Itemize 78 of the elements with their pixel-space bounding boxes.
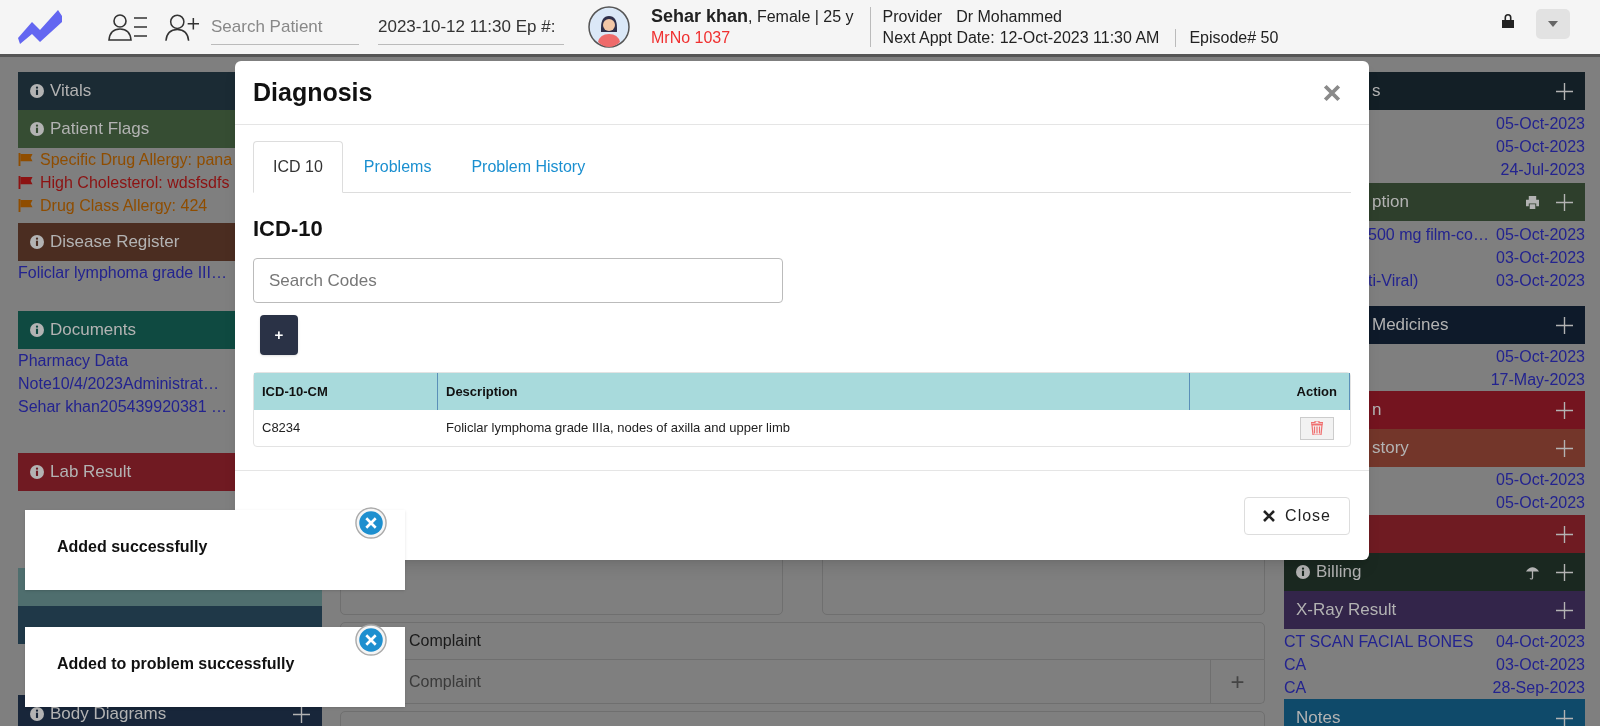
add-icon[interactable] — [1556, 601, 1573, 619]
avatar-icon — [588, 6, 630, 48]
add-icon[interactable] — [1556, 563, 1573, 581]
record-link[interactable]: Note10/4/2023Administrat… — [18, 372, 219, 395]
record-date: 03-Oct-2023 — [1496, 654, 1585, 675]
episode-field[interactable]: 2023-10-12 11:30 Ep #: — [378, 9, 564, 45]
toast-message: Added successfully — [57, 537, 208, 557]
mrno-text: MrNo 1037 — [651, 28, 732, 48]
add-user-icon[interactable] — [165, 12, 199, 42]
trash-icon — [1311, 421, 1323, 435]
record-link[interactable]: CA — [1284, 652, 1307, 677]
close-button[interactable]: Close — [1244, 496, 1350, 535]
info-icon — [30, 122, 44, 136]
provider-name: Dr Mohammed — [956, 7, 1062, 27]
next-appointment-date: 12-Oct-2023 11:30 AM — [999, 28, 1160, 48]
add-icon[interactable] — [293, 705, 310, 723]
flag-text: Drug Class Allergy: 424 — [40, 195, 208, 216]
record-link[interactable]: CT SCAN FACIAL BONES — [1284, 629, 1474, 654]
record-date: 05-Oct-2023 — [1496, 136, 1585, 157]
add-icon[interactable] — [1556, 82, 1573, 100]
record-link[interactable]: 500 mg film-co… — [1368, 222, 1489, 247]
panel-title: Complaint — [409, 631, 482, 651]
record-date: 03-Oct-2023 — [1496, 270, 1585, 291]
flag-text: High Cholesterol: wdsfsdfs — [40, 172, 230, 193]
record-link[interactable]: Pharmacy Data — [18, 349, 129, 372]
next-appointment-label: Next Appt Date: — [882, 28, 995, 48]
record-link[interactable]: CA — [1284, 675, 1307, 700]
record-link[interactable]: Foliclar lymphoma grade III… — [18, 261, 227, 284]
toast-message: Added to problem successfully — [57, 654, 295, 674]
column-header: ICD-10-CM — [254, 373, 438, 410]
close-icon[interactable] — [355, 507, 387, 539]
right-panel-header[interactable]: Notes — [1284, 699, 1585, 726]
record-link[interactable]: ti-Viral) — [1368, 268, 1419, 293]
record-date: 17-May-2023 — [1490, 369, 1585, 390]
info-icon — [1296, 565, 1310, 579]
search-codes-field[interactable]: Search Codes — [253, 258, 783, 303]
tab[interactable]: Problem History — [452, 141, 605, 193]
tab[interactable]: Problems — [344, 141, 451, 193]
info-icon — [30, 465, 44, 479]
tab[interactable]: ICD 10 — [253, 141, 343, 193]
record-date: 04-Oct-2023 — [1496, 631, 1585, 652]
logo-icon[interactable] — [18, 10, 62, 44]
flag-text: Specific Drug Allergy: pana — [40, 149, 233, 170]
right-panel-header[interactable]: Billing — [1284, 553, 1585, 591]
table-cell-text: Foliclar lymphoma grade IIIa, nodes of axilla and upper limb — [445, 419, 791, 438]
record-date: 05-Oct-2023 — [1496, 113, 1585, 134]
add-icon[interactable] — [1556, 316, 1573, 334]
close-icon[interactable] — [1323, 83, 1341, 102]
column-header: Description — [438, 373, 1190, 410]
column-header: Action — [1190, 373, 1350, 410]
record-date: 05-Oct-2023 — [1496, 346, 1585, 367]
info-icon — [30, 707, 44, 721]
info-icon — [30, 84, 44, 98]
close-icon — [1263, 509, 1276, 522]
right-panel-header[interactable]: X-Ray Result — [1284, 591, 1585, 629]
info-icon — [30, 323, 44, 337]
patient-name: Sehar khan, Female | 25 y — [651, 6, 854, 27]
search-field[interactable]: Search Patient — [211, 9, 359, 45]
record-date: 05-Oct-2023 — [1496, 469, 1585, 490]
record-link[interactable]: Sehar khan205439920381 … — [18, 395, 228, 418]
record-date: 24-Jul-2023 — [1500, 159, 1585, 180]
table-cell-text: C8234 — [261, 419, 302, 438]
record-date: 03-Oct-2023 — [1496, 247, 1585, 268]
add-button[interactable]: + — [260, 315, 298, 355]
info-icon — [30, 235, 44, 249]
provider-label: Provider — [882, 7, 943, 27]
close-icon[interactable] — [355, 624, 387, 656]
record-date: 28-Sep-2023 — [1492, 677, 1585, 698]
episode-number: Episode# 50 — [1189, 28, 1279, 48]
printer-icon[interactable] — [1525, 195, 1540, 209]
delete-button[interactable] — [1300, 416, 1334, 440]
patient-list-icon[interactable] — [108, 13, 148, 41]
dropdown-button[interactable] — [1536, 9, 1570, 39]
record-date: 05-Oct-2023 — [1496, 492, 1585, 513]
umbrella-icon[interactable] — [1525, 564, 1540, 580]
lock-icon[interactable] — [1502, 12, 1514, 28]
caret-icon — [1548, 21, 1558, 27]
record-date: 05-Oct-2023 — [1496, 224, 1585, 245]
